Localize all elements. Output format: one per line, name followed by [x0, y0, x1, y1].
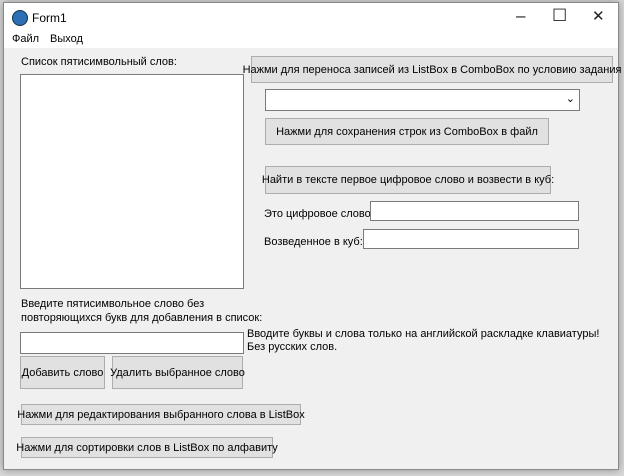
transfer-button[interactable]: Нажми для переноса записей из ListBox в … [243, 56, 621, 83]
result-combobox[interactable]: ⌄ [265, 89, 580, 111]
save-button[interactable]: Нажми для сохранения строк из ComboBox в… [265, 118, 549, 145]
hint-line1: Вводите буквы и слова только на английск… [247, 328, 600, 340]
window-title: Form1 [32, 11, 67, 25]
minimize-button[interactable]: – [516, 6, 525, 26]
maximize-button[interactable]: ☐ [552, 6, 567, 26]
word-input[interactable] [20, 332, 244, 354]
delete-word-button[interactable]: Удалить выбранное слово [110, 356, 245, 389]
find-digit-word-button[interactable]: Найти в тексте первое цифровое слово и в… [262, 166, 554, 194]
form-window: Form1 – ☐ ✕ Файл Выход Список пятисимвол… [3, 2, 621, 470]
input-label-line1: Введите пятисимвольное слово без [21, 298, 205, 310]
cube-field[interactable] [363, 229, 579, 249]
app-icon [12, 10, 28, 26]
words-listbox[interactable] [20, 74, 244, 289]
cube-label: Возведенное в куб: [264, 236, 363, 248]
edit-word-button[interactable]: Нажми для редактирования выбранного слов… [17, 404, 305, 425]
close-button[interactable]: ✕ [592, 7, 605, 25]
digit-word-field[interactable] [370, 201, 579, 221]
menu-exit[interactable]: Выход [50, 33, 83, 45]
list-label: Список пятисимвольный слов: [21, 56, 177, 68]
menu-bar: Файл Выход [4, 31, 618, 48]
add-word-button[interactable]: Добавить слово [20, 356, 105, 389]
chevron-down-icon: ⌄ [565, 93, 575, 105]
digit-word-label: Это цифровое слово: [264, 208, 374, 220]
hint-line2: Без русских слов. [247, 341, 338, 353]
menu-file[interactable]: Файл [12, 33, 39, 45]
input-label-line2: повторяющихся букв для добавления в спис… [21, 312, 263, 324]
title-bar: Form1 – ☐ ✕ [4, 3, 618, 31]
sort-words-button[interactable]: Нажми для сортировки слов в ListBox по а… [16, 437, 278, 458]
